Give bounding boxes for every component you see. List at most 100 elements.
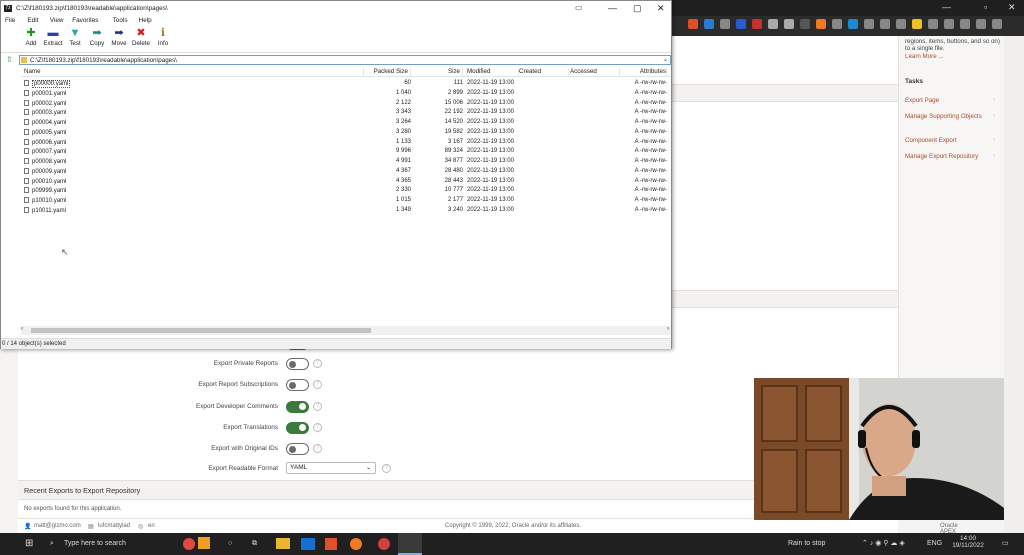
option-toggle[interactable] <box>286 379 309 392</box>
scroll-right-icon[interactable]: › <box>667 326 669 332</box>
up-folder-icon[interactable]: ⇧ <box>6 55 13 64</box>
help-icon[interactable]: ? <box>313 401 322 411</box>
star-icon[interactable] <box>864 19 874 29</box>
menu-tools[interactable]: Tools <box>113 17 128 24</box>
help-icon[interactable]: ? <box>313 380 322 390</box>
address-bar[interactable]: C:\Z\f180193.zip\f180193\readable\applic… <box>19 55 671 65</box>
scrollbar-thumb[interactable] <box>31 328 371 333</box>
option-toggle[interactable] <box>286 358 309 370</box>
grid-icon[interactable] <box>896 19 906 29</box>
app-icon[interactable] <box>183 538 195 550</box>
scroll-left-icon[interactable]: ‹ <box>21 326 23 332</box>
shield-icon[interactable] <box>736 19 746 29</box>
option-toggle[interactable] <box>286 400 309 413</box>
col-name[interactable]: Name <box>24 68 364 77</box>
menu-favorites[interactable]: Favorites <box>72 17 98 24</box>
screen-icon[interactable] <box>848 19 858 29</box>
option-toggle[interactable] <box>286 421 309 434</box>
copy-button[interactable]: ➡ Copy <box>86 27 108 47</box>
delete-button[interactable]: ✖ Delete <box>130 27 152 47</box>
close-icon[interactable]: ✕ <box>657 3 665 14</box>
menu-view[interactable]: View <box>50 17 64 24</box>
menu-file[interactable]: File <box>5 17 15 24</box>
readable-format-select[interactable]: YAML ⌄ <box>286 462 376 474</box>
help-icon[interactable]: ? <box>313 422 322 432</box>
taskbar-search-input[interactable]: Type here to search <box>64 533 126 555</box>
firefox-icon[interactable] <box>350 538 362 550</box>
file-row[interactable]: p00009.yaml 4 367 28 480 2022-11-19 13:00 A … <box>21 167 671 177</box>
task-link[interactable]: Manage Supporting Objects <box>905 113 993 121</box>
tray-icons[interactable]: ⌃ ♪ ◉ ⚲ ☁ ◈ <box>862 533 905 555</box>
minimize-icon[interactable]: — <box>942 2 951 12</box>
brave-icon[interactable] <box>325 538 337 550</box>
record-icon[interactable] <box>784 19 794 29</box>
move-button[interactable]: ➡ Move <box>108 27 130 47</box>
menu-icon[interactable] <box>992 19 1002 29</box>
maximize-icon[interactable]: ▢ <box>633 3 642 14</box>
extract-button[interactable]: ▬ Extract <box>42 27 64 47</box>
footer-workspace[interactable]: lufcmattylad <box>98 523 130 529</box>
col-created[interactable]: Created <box>519 68 569 77</box>
clock[interactable]: 14:00 19/11/2022 <box>950 535 986 549</box>
chevron-down-icon[interactable]: ⌄ <box>663 56 668 65</box>
col-attributes[interactable]: Attributes <box>620 68 667 77</box>
footer-language[interactable]: en <box>148 523 155 529</box>
file-row[interactable]: p00000.yaml 60 111 2022-11-19 13:00 A -rw-rw… <box>21 79 671 89</box>
firefox-icon[interactable] <box>816 19 826 29</box>
add-button[interactable]: ✚ Add <box>20 27 42 47</box>
store-icon[interactable] <box>301 538 315 550</box>
smiley-icon[interactable] <box>912 19 922 29</box>
dot-icon[interactable] <box>800 19 810 29</box>
file-row[interactable]: p00004.yaml 3 264 14 520 2022-11-19 13:00 A … <box>21 118 671 128</box>
tabs-icon[interactable] <box>960 19 970 29</box>
app-icon[interactable] <box>198 537 210 549</box>
col-modified[interactable]: Modified <box>467 68 519 77</box>
language-indicator[interactable]: ENG <box>927 533 942 555</box>
video-icon[interactable] <box>832 19 842 29</box>
file-row[interactable]: p00007.yaml 9 996 89 324 2022-11-19 13:00 A … <box>21 147 671 157</box>
file-row[interactable]: p00008.yaml 4 991 34 877 2022-11-19 13:00 A … <box>21 157 671 167</box>
windows-start-icon[interactable]: ⊞ <box>25 533 33 555</box>
cortana-icon[interactable]: ○ <box>228 533 232 555</box>
info-button[interactable]: ℹ Info <box>152 27 174 47</box>
option-toggle[interactable] <box>286 443 309 456</box>
col-accessed[interactable]: Accessed <box>570 68 620 77</box>
learn-more-link[interactable]: Learn More ... <box>905 53 944 60</box>
file-row[interactable]: p00005.yaml 3 280 19 582 2022-11-19 13:00 A … <box>21 128 671 138</box>
file-row[interactable]: p00010.yaml 4 365 28 443 2022-11-19 13:00 A … <box>21 177 671 187</box>
close-icon[interactable]: ✕ <box>1008 2 1016 13</box>
file-row[interactable]: p09999.yaml 2 330 10 777 2022-11-19 13:00 A … <box>21 186 671 196</box>
task-view-icon[interactable]: ⧉ <box>252 533 257 555</box>
minimize-icon[interactable]: — <box>608 3 617 13</box>
brave-icon[interactable] <box>688 19 698 29</box>
file-row[interactable]: p10010.yaml 1 015 2 177 2022-11-19 13:00 A -… <box>21 196 671 206</box>
file-row[interactable]: p00001.yaml 1 040 2 899 2022-11-19 13:00 A -… <box>21 89 671 99</box>
help-icon[interactable]: ? <box>313 444 322 454</box>
red-icon[interactable] <box>752 19 762 29</box>
file-row[interactable]: p00006.yaml 1 133 3 167 2022-11-19 13:00 A -… <box>21 138 671 148</box>
menu-edit[interactable]: Edit <box>27 17 38 24</box>
tab-icon[interactable] <box>720 19 730 29</box>
footer-user[interactable]: matt@gizmo.com <box>34 523 81 529</box>
g-icon[interactable] <box>768 19 778 29</box>
file-row[interactable]: p10011.yaml 1 349 3 240 2022-11-19 13:00 A -… <box>21 206 671 216</box>
help-icon[interactable]: ? <box>313 359 322 368</box>
maximize-icon[interactable]: ▫ <box>984 2 987 12</box>
menu-help[interactable]: Help <box>139 17 152 24</box>
weather-text[interactable]: Rain to stop <box>788 533 825 555</box>
7zip-taskbar-icon[interactable] <box>398 533 422 555</box>
col-packed-size[interactable]: Packed Size <box>362 68 411 77</box>
task-link[interactable]: Export Page <box>905 97 993 105</box>
col-size[interactable]: Size <box>411 68 463 77</box>
panel-icon[interactable] <box>944 19 954 29</box>
file-explorer-icon[interactable] <box>276 538 290 549</box>
file-row[interactable]: p00003.yaml 3 343 22 192 2022-11-19 13:00 A … <box>21 108 671 118</box>
puzzle-icon[interactable] <box>928 19 938 29</box>
record-icon[interactable]: ▭ <box>575 3 583 12</box>
speaker-icon[interactable] <box>880 19 890 29</box>
task-link[interactable]: Manage Export Repository <box>905 153 993 161</box>
task-link[interactable]: Component Export <box>905 137 993 145</box>
windows-icon[interactable] <box>704 19 714 29</box>
recorder-icon[interactable] <box>378 538 390 550</box>
notification-icon[interactable]: ▭ <box>1002 533 1009 555</box>
